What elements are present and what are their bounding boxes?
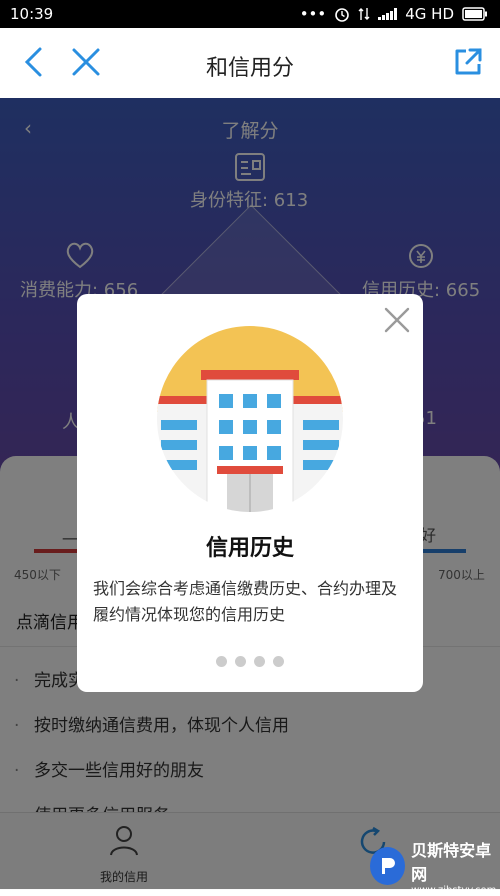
nav-bar: 和信用分 — [0, 28, 500, 99]
page-dot[interactable] — [216, 656, 227, 667]
status-time: 10:39 — [10, 5, 54, 23]
data-transfer-icon — [358, 8, 370, 20]
watermark: 贝斯特安卓网 www.zjbstyy.com — [370, 841, 500, 896]
more-dots-icon: ••• — [299, 5, 327, 23]
modal-description: 我们会综合考虑通信缴费历史、合约办理及履约情况体现您的信用历史 — [93, 579, 398, 624]
watermark-logo-icon — [370, 847, 406, 885]
status-bar: 10:39 ••• 4G HD — [0, 0, 500, 28]
info-modal: 信用历史 我们会综合考虑通信缴费历史、合约办理及履约情况体现您的信用历史 — [77, 294, 423, 692]
watermark-brand: 贝斯特安卓网 — [411, 840, 492, 884]
battery-icon — [462, 7, 487, 21]
share-icon[interactable] — [450, 44, 486, 80]
watermark-site: www.zjbstyy.com — [411, 884, 497, 896]
alarm-icon — [335, 8, 350, 22]
signal-icon — [378, 8, 398, 20]
network-label: 4G HD — [405, 5, 454, 23]
pagination-dots — [77, 652, 423, 671]
page-dot[interactable] — [254, 656, 265, 667]
modal-close-icon[interactable] — [383, 306, 411, 334]
page-dot[interactable] — [235, 656, 246, 667]
building-illustration — [157, 326, 343, 512]
page-title: 和信用分 — [205, 56, 294, 81]
page-dot[interactable] — [273, 656, 284, 667]
modal-title: 信用历史 — [205, 536, 294, 561]
